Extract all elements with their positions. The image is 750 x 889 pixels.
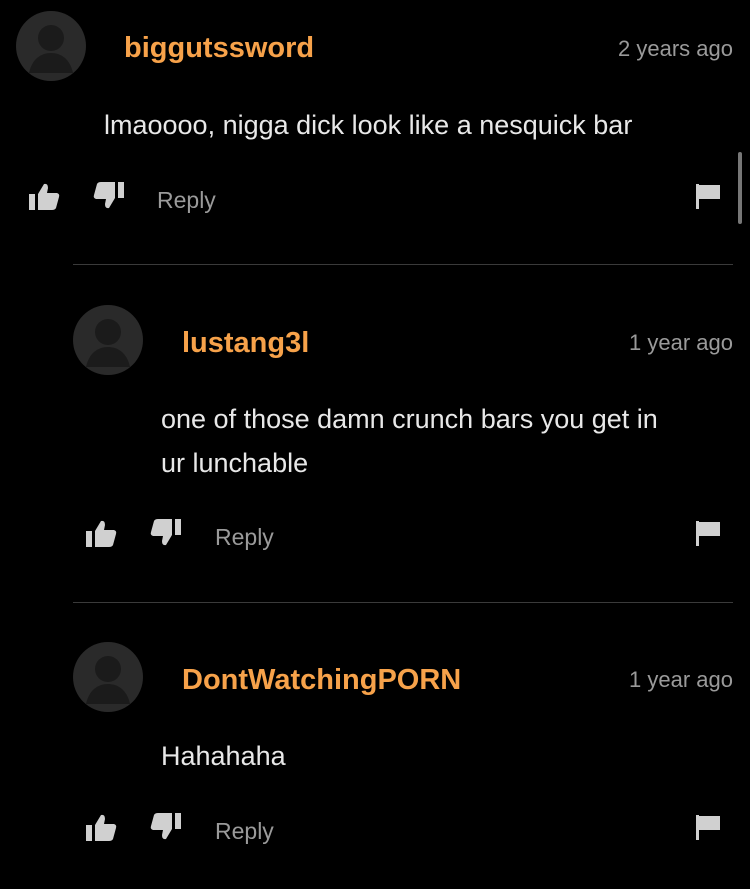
comment-timestamp: 1 year ago <box>629 330 733 355</box>
avatar[interactable] <box>73 305 143 375</box>
comment-actions: Reply <box>0 180 750 220</box>
avatar[interactable] <box>16 11 86 81</box>
flag-icon[interactable] <box>694 182 722 210</box>
divider <box>73 602 733 603</box>
thumbs-up-icon[interactable] <box>27 180 61 214</box>
reply-button[interactable]: Reply <box>215 818 274 845</box>
flag-icon[interactable] <box>694 519 722 547</box>
comment-actions: Reply <box>0 517 750 557</box>
flag-icon[interactable] <box>694 813 722 841</box>
comment-text: lmaoooo, nigga dick look like a nesquick… <box>104 110 633 140</box>
thumbs-down-icon[interactable] <box>149 811 183 845</box>
thumbs-up-icon[interactable] <box>84 517 118 551</box>
scrollbar[interactable] <box>738 152 742 224</box>
comment-username[interactable]: DontWatchingPORN <box>182 664 461 697</box>
thumbs-down-icon[interactable] <box>149 517 183 551</box>
reply-button[interactable]: Reply <box>215 524 274 551</box>
comment-username[interactable]: biggutssword <box>124 32 314 65</box>
comment-username[interactable]: lustang3l <box>182 327 309 360</box>
comment-actions: Reply <box>0 811 750 851</box>
thumbs-down-icon[interactable] <box>92 180 126 214</box>
avatar[interactable] <box>73 642 143 712</box>
comment-text: one of those damn crunch bars you get in… <box>161 404 658 478</box>
reply-button[interactable]: Reply <box>157 187 216 214</box>
divider <box>73 264 733 265</box>
comment-text: Hahahaha <box>161 741 286 771</box>
comment-timestamp: 2 years ago <box>618 36 733 61</box>
thumbs-up-icon[interactable] <box>84 811 118 845</box>
comment-timestamp: 1 year ago <box>629 667 733 692</box>
